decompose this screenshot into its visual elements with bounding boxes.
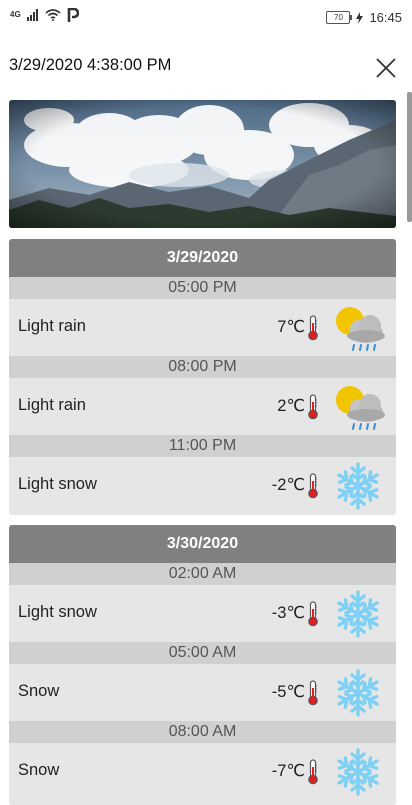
clock: 16:45 bbox=[369, 10, 402, 25]
thermometer-icon bbox=[307, 394, 319, 420]
slot-time: 08:00 PM bbox=[9, 356, 396, 378]
snowflake-icon bbox=[330, 748, 386, 796]
slot-time: 08:00 AM bbox=[9, 721, 396, 743]
scrollbar[interactable] bbox=[407, 92, 412, 222]
thermometer-icon bbox=[307, 601, 319, 627]
charging-icon bbox=[356, 11, 364, 24]
temperature: 2℃ bbox=[277, 397, 305, 415]
header: 3/29/2020 4:38:00 PM bbox=[0, 44, 412, 88]
forecast-row[interactable]: Snow -7℃ bbox=[9, 743, 396, 800]
slot-time: 05:00 AM bbox=[9, 642, 396, 664]
condition-label: Light rain bbox=[18, 317, 86, 335]
condition-label: Light snow bbox=[18, 475, 97, 493]
forecast-row[interactable]: Light rain 2℃ bbox=[9, 378, 396, 435]
banner-image bbox=[9, 100, 396, 228]
forecast-row[interactable]: Light snow -3℃ bbox=[9, 585, 396, 642]
thermometer-icon bbox=[307, 315, 319, 341]
condition-label: Snow bbox=[18, 761, 60, 779]
signal-icon bbox=[26, 9, 38, 21]
app-notification-icon bbox=[67, 8, 79, 22]
partly-cloudy-rain-icon bbox=[330, 304, 386, 352]
slot-time: 05:00 PM bbox=[9, 277, 396, 299]
condition-label: Light snow bbox=[18, 603, 97, 621]
temperature: 7℃ bbox=[277, 318, 305, 336]
page-title: 3/29/2020 4:38:00 PM bbox=[9, 56, 172, 74]
condition-label: Light rain bbox=[18, 396, 86, 414]
slot-time: 02:00 AM bbox=[9, 563, 396, 585]
thermometer-icon bbox=[307, 759, 319, 785]
temperature: -7℃ bbox=[271, 762, 305, 780]
day-card: 3/30/2020 02:00 AM Light snow -3℃ 05:00 … bbox=[9, 525, 396, 805]
status-bar: 4G 70 16:45 bbox=[0, 0, 412, 36]
temperature: -3℃ bbox=[271, 604, 305, 622]
thermometer-icon bbox=[307, 473, 319, 499]
forecast-row[interactable]: Light snow -2℃ bbox=[9, 457, 396, 514]
partly-cloudy-rain-icon bbox=[330, 383, 386, 431]
day-header: 3/29/2020 bbox=[9, 239, 396, 277]
slot-time: 11:00 PM bbox=[9, 435, 396, 457]
status-left: 4G bbox=[10, 8, 79, 22]
condition-label: Snow bbox=[18, 682, 60, 700]
status-right: 70 16:45 bbox=[326, 10, 402, 25]
temperature: -2℃ bbox=[271, 476, 305, 494]
day-header: 3/30/2020 bbox=[9, 525, 396, 563]
day-card: 3/29/2020 05:00 PM Light rain 7℃ 08:00 P… bbox=[9, 239, 396, 515]
snowflake-icon bbox=[330, 669, 386, 717]
battery-icon: 70 bbox=[326, 11, 353, 24]
temperature: -5℃ bbox=[271, 683, 305, 701]
network-type: 4G bbox=[10, 10, 21, 19]
forecast-row[interactable]: Snow -5℃ bbox=[9, 664, 396, 721]
snowflake-icon bbox=[330, 590, 386, 638]
snowflake-icon bbox=[330, 462, 386, 510]
wifi-icon bbox=[45, 9, 61, 21]
thermometer-icon bbox=[307, 680, 319, 706]
forecast-row[interactable]: Light rain 7℃ bbox=[9, 299, 396, 356]
close-icon[interactable] bbox=[374, 56, 398, 80]
